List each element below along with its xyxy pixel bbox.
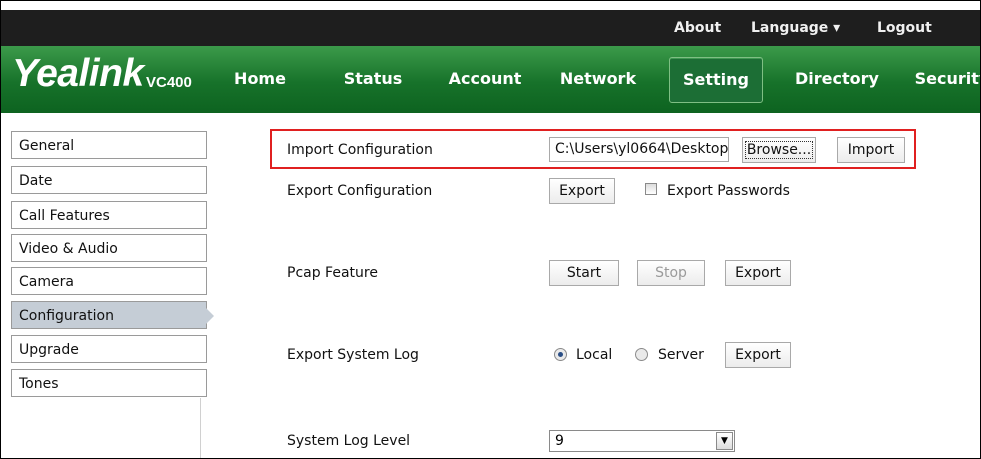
log-level-label: System Log Level (287, 433, 411, 449)
export-passwords-label: Export Passwords (667, 183, 790, 199)
nav-status[interactable]: Status (335, 57, 411, 101)
nav-security[interactable]: Security (909, 57, 980, 101)
sidebar-item-general[interactable]: General (11, 131, 207, 159)
about-link[interactable]: About (674, 10, 721, 46)
sidebar-item-tones[interactable]: Tones (11, 369, 207, 397)
top-bar: About Language ▾ Logout (1, 10, 980, 46)
sidebar-item-date[interactable]: Date (11, 166, 207, 194)
import-config-label: Import Configuration (287, 142, 433, 158)
logout-link[interactable]: Logout (877, 10, 932, 46)
logo-brand: Yealink (12, 52, 144, 95)
sidebar-item-camera[interactable]: Camera (11, 267, 207, 295)
export-config-button[interactable]: Export (549, 178, 615, 204)
syslog-server-label: Server (658, 347, 704, 363)
sidebar-item-upgrade[interactable]: Upgrade (11, 335, 207, 363)
active-arrow-icon (206, 308, 214, 324)
syslog-server-radio[interactable] (635, 348, 648, 361)
pcap-export-button[interactable]: Export (725, 260, 791, 286)
export-config-label: Export Configuration (287, 183, 433, 199)
main-nav: Yealink VC400 Home Status Account Networ… (1, 46, 980, 113)
nav-home[interactable]: Home (227, 57, 293, 101)
nav-directory[interactable]: Directory (791, 57, 883, 101)
sidebar-item-label: Configuration (19, 308, 114, 324)
sidebar-item-configuration[interactable]: Configuration (11, 301, 214, 329)
pcap-start-button[interactable]: Start (549, 260, 619, 286)
syslog-export-button[interactable]: Export (725, 342, 791, 368)
syslog-local-radio[interactable] (554, 348, 567, 361)
syslog-local-label: Local (576, 347, 613, 363)
pcap-stop-button[interactable]: Stop (637, 260, 705, 286)
sidebar-item-video-audio[interactable]: Video & Audio (11, 234, 207, 262)
log-level-value: 9 (555, 433, 564, 449)
sidebar-divider (200, 398, 201, 458)
logo-model: VC400 (146, 74, 192, 91)
import-file-field[interactable]: C:\Users\yl0664\Desktop (549, 137, 729, 162)
browse-button[interactable]: Browse... (742, 137, 816, 163)
export-passwords-checkbox[interactable] (645, 183, 657, 195)
log-level-select[interactable]: 9 ▼ (549, 430, 735, 452)
export-syslog-label: Export System Log (287, 347, 419, 363)
sidebar-item-call-features[interactable]: Call Features (11, 201, 207, 229)
nav-account[interactable]: Account (443, 57, 527, 101)
browse-button-label: Browse... (744, 141, 814, 159)
language-menu[interactable]: Language ▾ (751, 10, 840, 46)
pcap-feature-label: Pcap Feature (287, 265, 378, 281)
browser-frame: About Language ▾ Logout Yealink VC400 Ho… (0, 0, 981, 459)
chevron-down-icon[interactable]: ▼ (716, 432, 733, 450)
import-button[interactable]: Import (837, 137, 905, 163)
nav-network[interactable]: Network (555, 57, 641, 101)
nav-setting[interactable]: Setting (669, 57, 763, 103)
